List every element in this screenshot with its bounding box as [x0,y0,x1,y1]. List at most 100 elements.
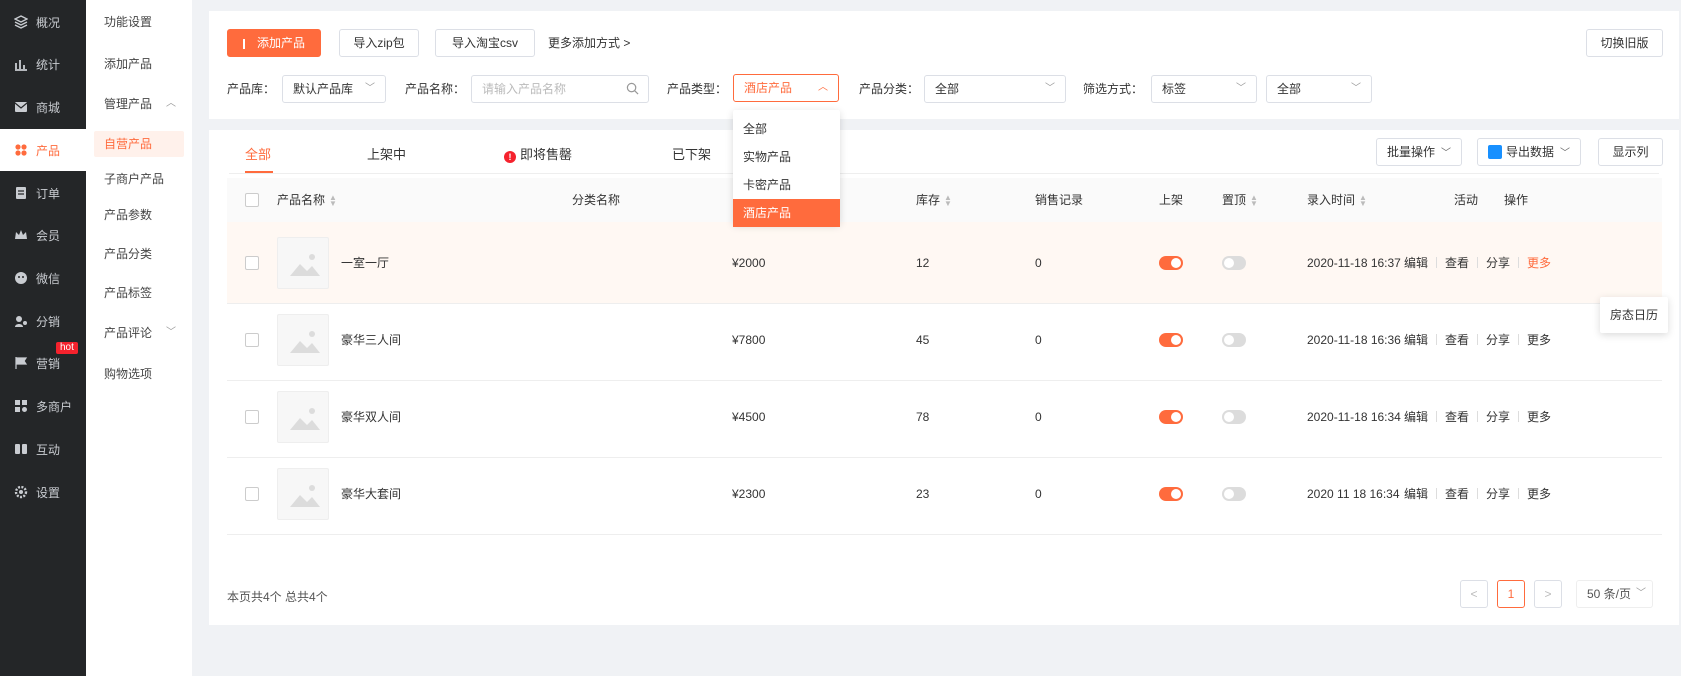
tab-all[interactable]: 全部 [245,144,271,166]
more-link[interactable]: 更多 [1527,256,1551,270]
edit-link[interactable]: 编辑 [1404,410,1428,424]
nav-item-wechat[interactable]: 微信 [0,257,86,299]
more-add-link[interactable]: 更多添加方式 > [548,29,630,57]
dropdown-option-card[interactable]: 卡密产品 [733,171,840,199]
dropdown-option-physical[interactable]: 实物产品 [733,143,840,171]
submenu-item-shopping-options[interactable]: 购物选项 [86,361,192,387]
product-name[interactable]: 豪华三人间 [341,299,401,381]
divider [1436,411,1438,422]
nav-item-crown[interactable]: 会员 [0,214,86,256]
page-1-button[interactable]: 1 [1497,580,1525,608]
shelf-toggle[interactable] [1159,256,1183,270]
nav-item-merchant[interactable]: 多商户 [0,385,86,427]
view-link[interactable]: 查看 [1445,487,1469,501]
tab-on-shelf[interactable]: 上架中 [367,144,406,166]
switch-old-button[interactable]: 切换旧版 [1586,29,1663,57]
share-link[interactable]: 分享 [1486,256,1510,270]
dropdown-option-hotel[interactable]: 酒店产品 [733,199,840,227]
category-select[interactable]: 全部 ﹀ [924,75,1066,103]
row-checkbox[interactable] [245,487,259,501]
nav-item-grid[interactable]: 产品 [0,129,86,171]
share-link[interactable]: 分享 [1486,487,1510,501]
edit-link[interactable]: 编辑 [1404,487,1428,501]
product-thumbnail [277,314,329,366]
image-placeholder-icon [290,254,320,276]
pin-toggle[interactable] [1222,333,1246,347]
more-link[interactable]: 更多 [1527,410,1551,424]
nav-item-distribution[interactable]: 分销 [0,300,86,342]
nav-item-gear[interactable]: 设置 [0,471,86,513]
chart-icon [14,57,28,71]
row-checkbox[interactable] [245,410,259,424]
more-link[interactable]: 更多 [1527,487,1551,501]
product-list-panel: 全部 上架中 ! 即将售罄 已下架 批量操作 ﹀ 导出数据 ﹀ 显示列 产品名称 ▲ ▼ … [209,130,1679,625]
product-name[interactable]: 一室一厅 [341,222,389,304]
row-actions: 编辑 查看 分享 更多 [1404,453,1551,535]
import-zip-button[interactable]: 导入zip包 [339,29,419,57]
filter-value-select[interactable]: 全部 ﹀ [1266,75,1372,103]
display-columns-button[interactable]: 显示列 [1598,138,1663,166]
submenu-item-add-product[interactable]: 添加产品 [86,51,192,77]
row-checkbox[interactable] [245,333,259,347]
view-link[interactable]: 查看 [1445,410,1469,424]
view-link[interactable]: 查看 [1445,256,1469,270]
export-data-button[interactable]: 导出数据 ﹀ [1477,138,1582,166]
next-page-button[interactable]: > [1534,580,1562,608]
pin-toggle[interactable] [1222,256,1246,270]
select-all-checkbox[interactable] [245,193,259,207]
product-sales: 0 [1035,333,1042,347]
row-checkbox[interactable] [245,256,259,270]
crown-icon [14,228,28,242]
chevron-down-icon: ﹀ [1045,83,1055,94]
product-name-input[interactable]: 请输入产品名称 [471,75,649,103]
product-name[interactable]: 豪华双人间 [341,376,401,458]
divider [1518,257,1520,268]
submenu-item-merchant-products[interactable]: 子商户产品 [86,166,192,192]
submenu-item-product-tags[interactable]: 产品标签 [86,280,192,306]
view-link[interactable]: 查看 [1445,333,1469,347]
more-link[interactable]: 更多 [1527,333,1551,347]
shelf-toggle[interactable] [1159,333,1183,347]
page-size-select[interactable]: 50 条/页 ﹀ [1576,580,1653,608]
room-calendar-tooltip[interactable]: 房态日历 [1600,297,1668,333]
nav-item-chart[interactable]: 统计 [0,43,86,85]
nav-item-mail[interactable]: 商城 [0,86,86,128]
import-taobao-button[interactable]: 导入淘宝csv [435,29,535,57]
nav-item-layers[interactable]: 概况 [0,1,86,43]
submenu-item-product-reviews[interactable]: 产品评论 ﹀ [86,320,192,346]
filter-mode-select[interactable]: 标签 ﹀ [1151,75,1257,103]
th-stock[interactable]: 库存 ▲ ▼ [916,178,952,223]
batch-operation-button[interactable]: 批量操作 ﹀ [1376,138,1463,166]
tab-selling-out[interactable]: ! 即将售罄 [504,144,572,166]
th-top[interactable]: 置顶 ▲ ▼ [1222,178,1258,223]
submenu-item-product-category[interactable]: 产品分类 [86,241,192,267]
shelf-toggle[interactable] [1159,410,1183,424]
th-time[interactable]: 录入时间 ▲ ▼ [1307,178,1367,223]
dropdown-option-all[interactable]: 全部 [733,115,840,143]
edit-link[interactable]: 编辑 [1404,256,1428,270]
product-name[interactable]: 豪华大套间 [341,453,401,535]
submenu-item-product-params[interactable]: 产品参数 [86,202,192,228]
share-link[interactable]: 分享 [1486,410,1510,424]
th-name[interactable]: 产品名称 ▲ ▼ [277,178,337,223]
add-product-button[interactable]: 添加产品 [227,29,321,57]
pin-toggle[interactable] [1222,487,1246,501]
submenu-item-function-settings[interactable]: 功能设置 [86,9,192,35]
pin-toggle[interactable] [1222,410,1246,424]
main-nav: 概况 统计 商城 产品 订单 会员 微信 分销 营销 多商户 互动 设置 [0,0,86,676]
submenu-item-own-products[interactable]: 自营产品 [94,131,184,157]
shelf-toggle[interactable] [1159,487,1183,501]
sort-icon: ▲ ▼ [944,192,952,208]
submenu-item-manage-products[interactable]: 管理产品 ︿ [86,91,192,117]
nav-item-interaction[interactable]: 互动 [0,428,86,470]
product-stock: 23 [916,487,930,501]
th-shelf: 上架 [1159,193,1184,207]
share-link[interactable]: 分享 [1486,333,1510,347]
edit-link[interactable]: 编辑 [1404,333,1428,347]
product-type-select[interactable]: 酒店产品 ︿ [733,74,839,102]
tab-off-shelf[interactable]: 已下架 [672,144,711,166]
nav-item-order[interactable]: 订单 [0,172,86,214]
tab-active-indicator [245,171,273,173]
library-select[interactable]: 默认产品库 ﹀ [282,75,386,103]
prev-page-button[interactable]: < [1460,580,1488,608]
